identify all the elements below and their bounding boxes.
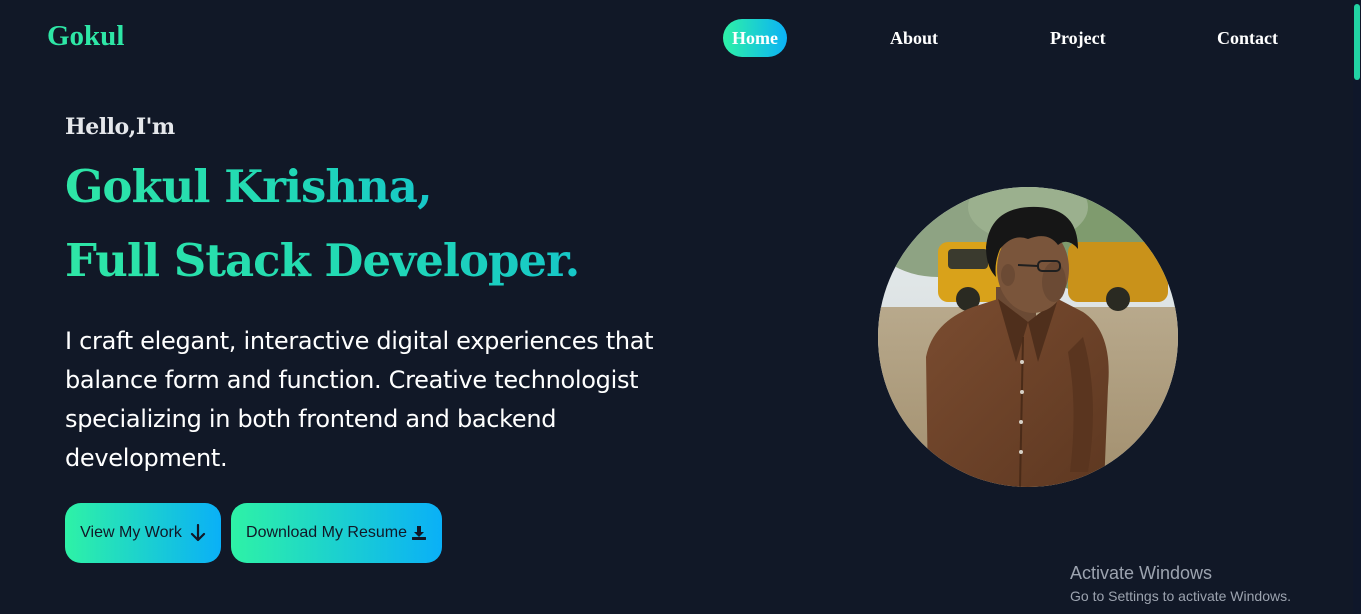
main-nav: Home About Project Contact	[0, 19, 1361, 57]
arrow-down-icon	[190, 524, 206, 542]
hero-greeting: Hello,I'm	[65, 114, 175, 140]
download-resume-button[interactable]: Download My Resume	[231, 503, 442, 563]
hero-name: Gokul Krishna,	[65, 160, 433, 213]
page-scrollbar[interactable]	[1353, 0, 1361, 614]
view-my-work-label: View My Work	[80, 524, 182, 541]
view-my-work-button[interactable]: View My Work	[65, 503, 221, 563]
hero-role: Full Stack Developer.	[65, 234, 580, 287]
nav-home-link[interactable]: Home	[723, 19, 787, 57]
profile-photo	[878, 187, 1178, 487]
hero-description: I craft elegant, interactive digital exp…	[65, 327, 654, 472]
nav-contact-link[interactable]: Contact	[1217, 19, 1278, 57]
download-icon	[411, 525, 427, 541]
nav-project-link[interactable]: Project	[1050, 19, 1106, 57]
windows-activation-title: Activate Windows	[1070, 563, 1213, 583]
profile-avatar	[878, 187, 1178, 487]
nav-about-link[interactable]: About	[890, 19, 938, 57]
download-resume-label: Download My Resume	[246, 524, 407, 541]
scrollbar-thumb[interactable]	[1354, 4, 1360, 80]
windows-activation-subtitle: Go to Settings to activate Windows.	[1070, 588, 1291, 604]
